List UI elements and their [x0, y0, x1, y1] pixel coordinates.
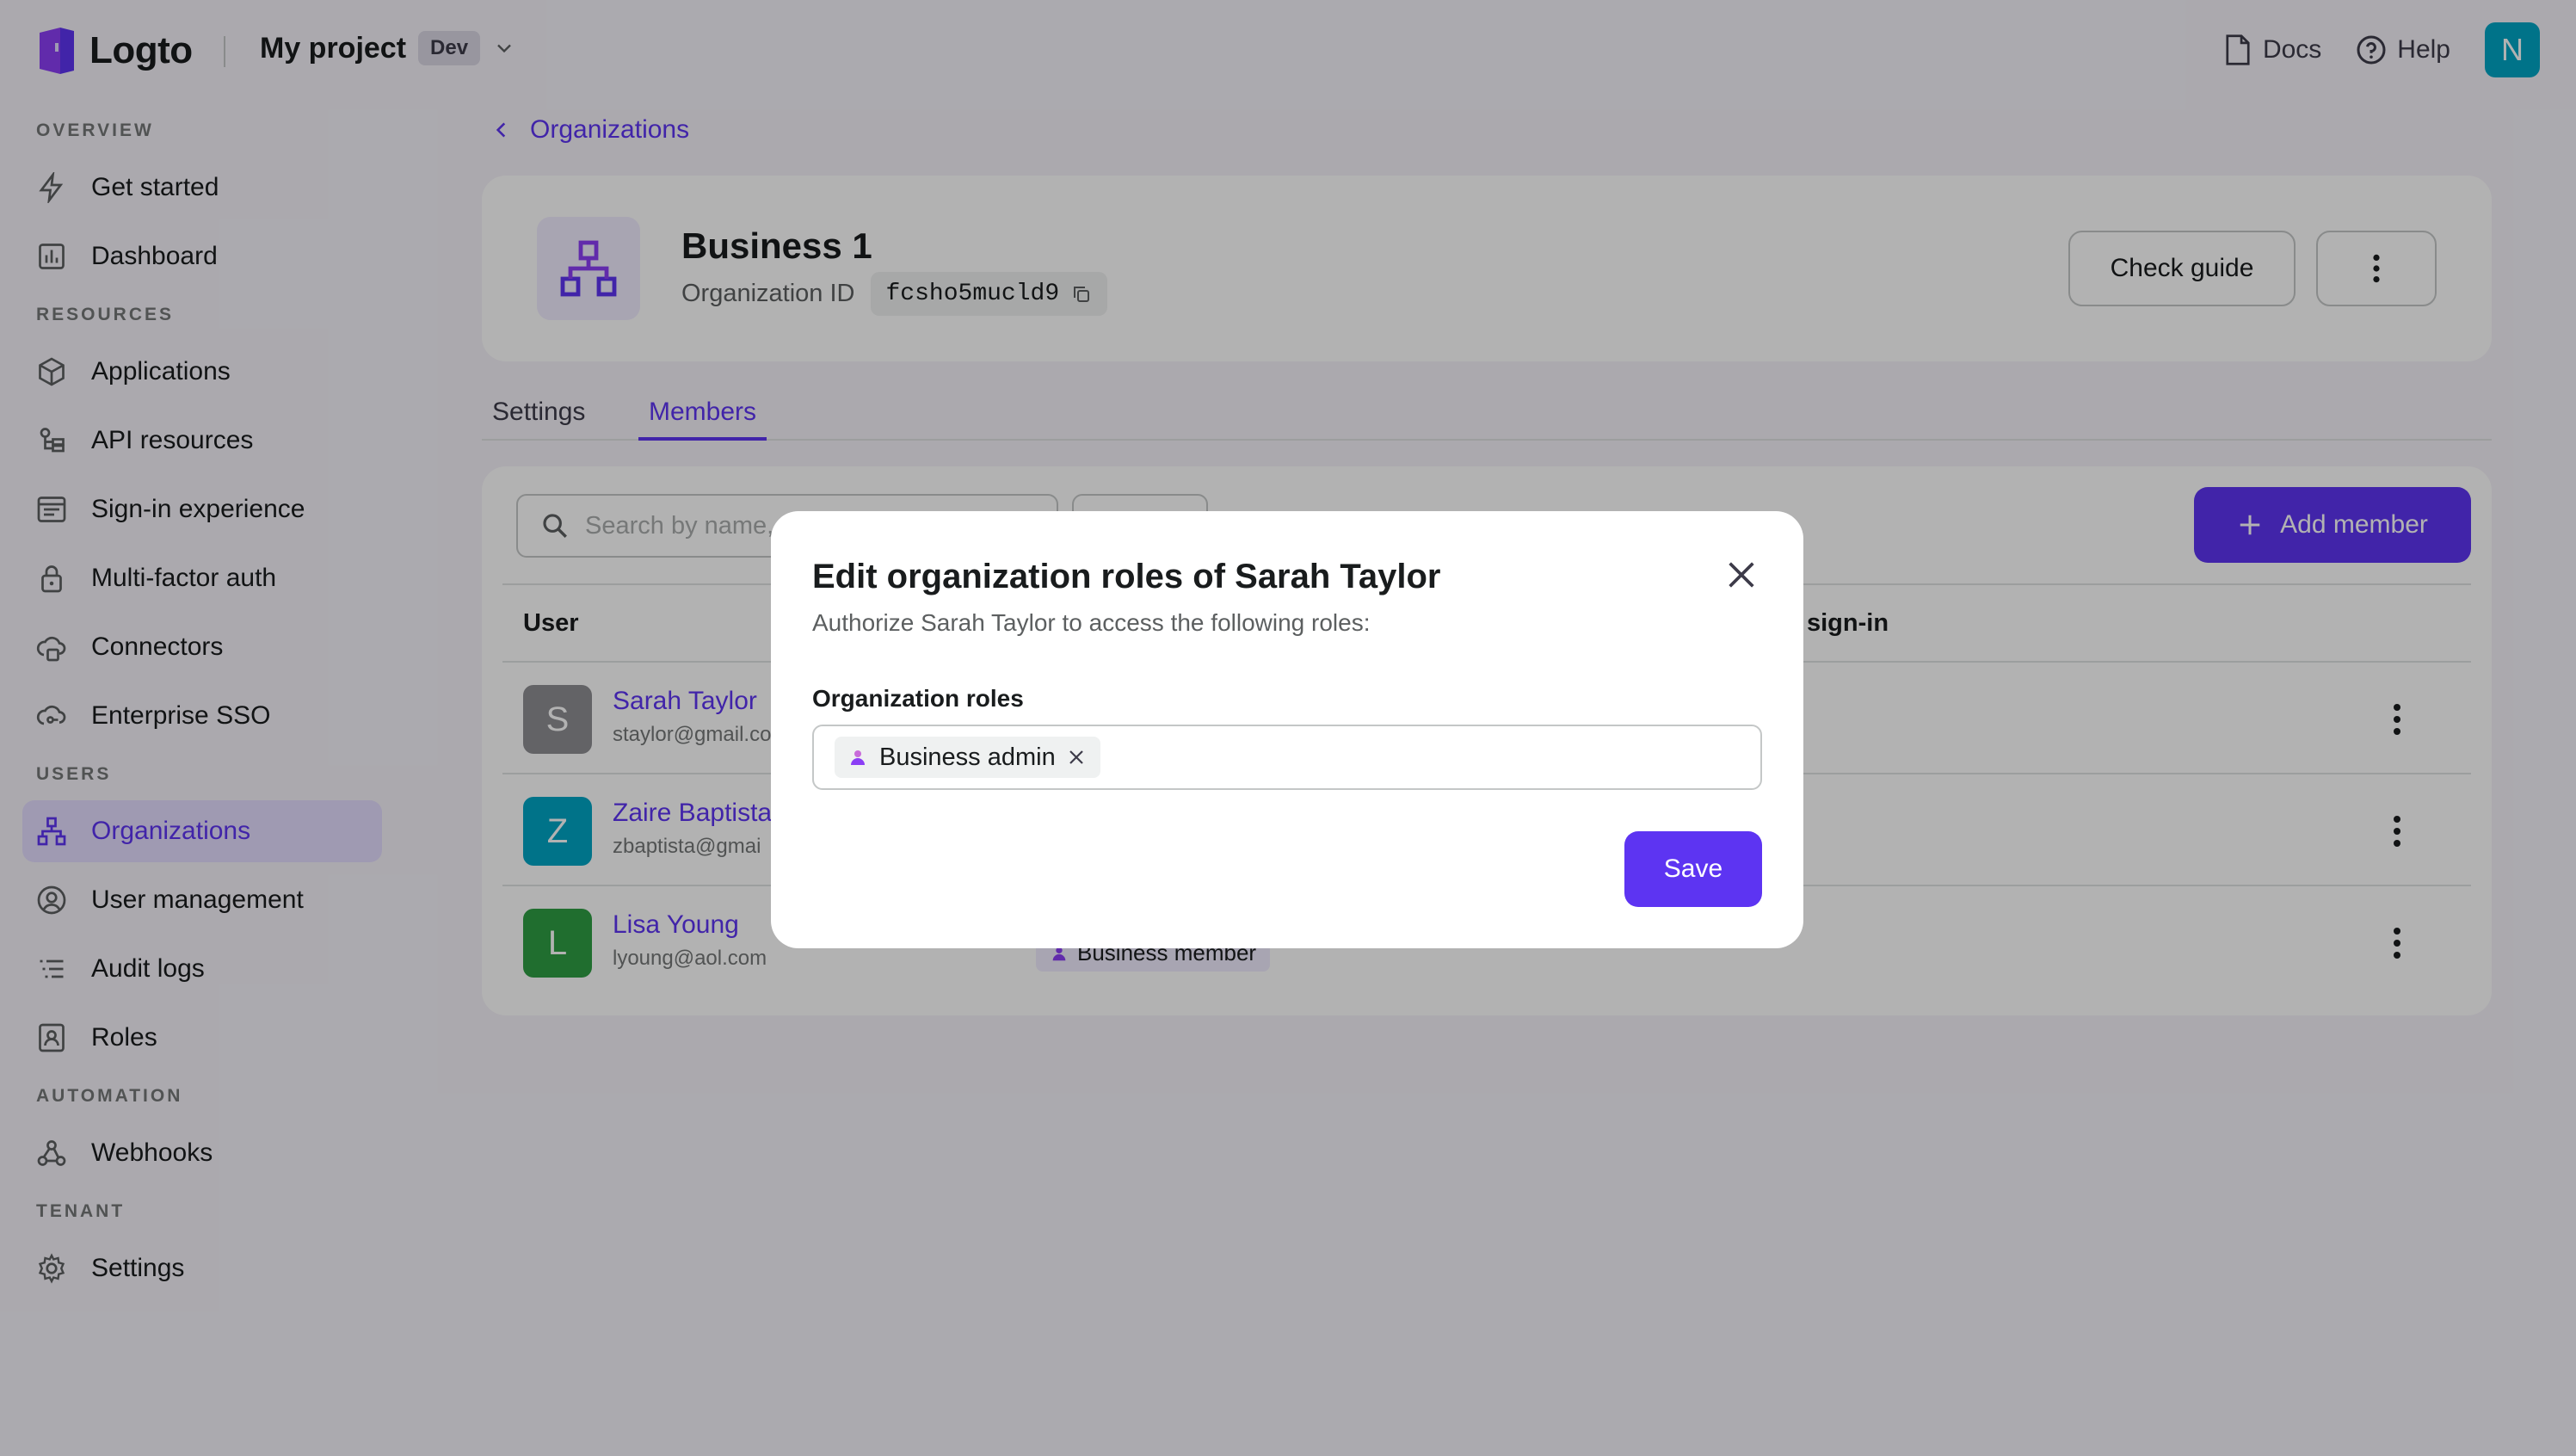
- user-role-icon: [851, 750, 865, 765]
- remove-icon[interactable]: [1066, 747, 1087, 768]
- field-label: Organization roles: [812, 685, 1024, 712]
- modal-subtitle: Authorize Sarah Taylor to access the fol…: [812, 609, 1371, 636]
- edit-roles-modal: Edit organization roles of Sarah Taylor …: [771, 511, 1803, 948]
- save-button[interactable]: Save: [1624, 831, 1762, 907]
- close-icon[interactable]: [1724, 558, 1759, 592]
- role-tag: Business admin: [835, 737, 1100, 778]
- modal-title: Edit organization roles of Sarah Taylor: [812, 558, 1441, 595]
- role-tag-label: Business admin: [879, 743, 1056, 771]
- organization-roles-input[interactable]: Business admin: [812, 725, 1762, 790]
